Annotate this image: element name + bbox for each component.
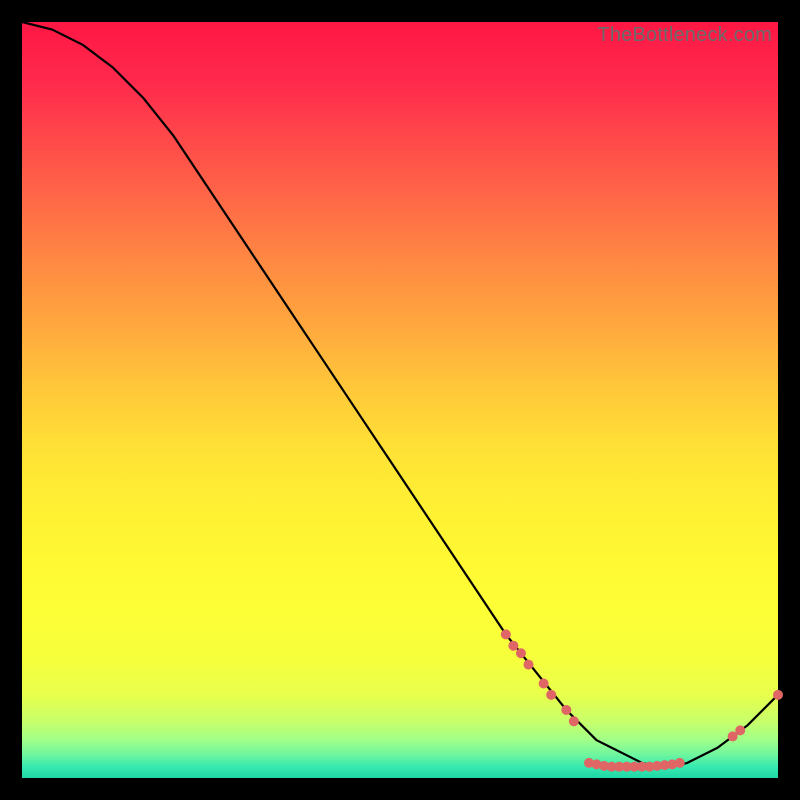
marker-point xyxy=(735,725,745,735)
marker-point xyxy=(546,690,556,700)
marker-point xyxy=(524,660,534,670)
marker-point xyxy=(539,679,549,689)
marker-point xyxy=(675,758,685,768)
marker-point xyxy=(516,648,526,658)
main-curve xyxy=(22,22,778,767)
marker-point xyxy=(501,629,511,639)
chart-frame: TheBottleneck.com xyxy=(0,0,800,800)
plot-area: TheBottleneck.com xyxy=(22,22,778,778)
marker-point xyxy=(561,705,571,715)
marker-point xyxy=(569,716,579,726)
highlight-markers xyxy=(501,629,783,771)
marker-point xyxy=(508,641,518,651)
chart-svg xyxy=(22,22,778,778)
marker-point xyxy=(773,690,783,700)
